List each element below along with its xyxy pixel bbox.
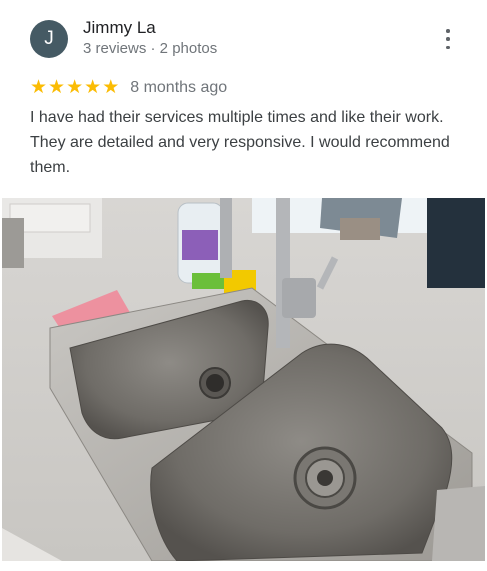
avatar-initial: J [44, 27, 54, 49]
review-rating: ★ ★ ★ ★ ★ 8 months ago [30, 78, 227, 98]
star-icon: ★ [84, 77, 102, 98]
author-name[interactable]: Jimmy La [83, 18, 217, 38]
author-info: Jimmy La 3 reviews · 2 photos [83, 18, 217, 59]
star-rating: ★ ★ ★ ★ ★ [30, 78, 120, 98]
star-icon: ★ [30, 77, 48, 98]
review-time: 8 months ago [130, 79, 228, 96]
review-header: J Jimmy La 3 reviews · 2 photos [30, 18, 217, 59]
star-icon: ★ [66, 77, 84, 98]
review-text: I have had their services multiple times… [30, 109, 450, 176]
avatar[interactable]: J [30, 19, 68, 58]
review-photo[interactable] [2, 198, 485, 561]
review-card: J Jimmy La 3 reviews · 2 photos ★ ★ ★ ★ … [0, 0, 487, 571]
more-vert-icon[interactable] [445, 29, 451, 49]
star-icon: ★ [48, 77, 66, 98]
author-meta: 3 reviews · 2 photos [83, 40, 218, 57]
star-icon: ★ [102, 77, 120, 98]
